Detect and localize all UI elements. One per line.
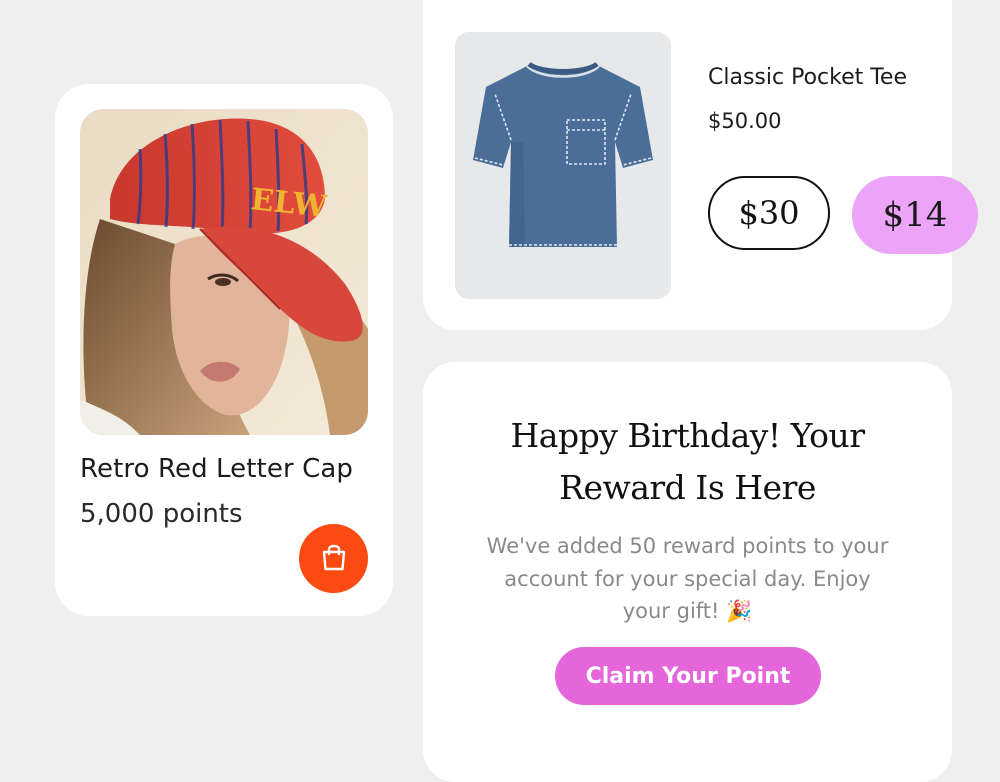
product-points: 5,000 points — [80, 499, 243, 529]
message-line: account for your special day. Enjoy — [504, 566, 871, 591]
product-title: Retro Red Letter Cap — [80, 454, 353, 484]
product-price: $50.00 — [708, 109, 782, 133]
product-title: Classic Pocket Tee — [708, 65, 907, 90]
featured-product-card[interactable]: Classic Pocket Tee $50.00 $30 — [423, 0, 952, 330]
birthday-reward-card: Happy Birthday! Your Reward Is Here We'v… — [423, 362, 952, 782]
shopping-bag-icon — [320, 542, 348, 575]
birthday-heading: Happy Birthday! Your Reward Is Here — [423, 410, 952, 514]
claim-point-button[interactable]: Claim Your Point — [555, 647, 821, 705]
add-to-bag-button[interactable] — [299, 524, 368, 593]
heading-line: Happy Birthday! Your — [510, 416, 865, 455]
heading-line: Reward Is Here — [559, 468, 816, 507]
product-image-tee[interactable] — [455, 32, 671, 299]
message-line: We've added 50 reward points to your — [486, 534, 889, 558]
reward-product-card[interactable]: ELW Retro Red Letter Cap 5,000 points — [55, 84, 393, 616]
message-line: your gift! 🎉 — [622, 599, 753, 623]
birthday-message: We've added 50 reward points to your acc… — [463, 530, 912, 628]
price-option-30[interactable]: $30 — [708, 176, 830, 250]
price-option-14[interactable]: $14 — [852, 176, 978, 254]
product-image-cap[interactable]: ELW — [80, 109, 368, 435]
